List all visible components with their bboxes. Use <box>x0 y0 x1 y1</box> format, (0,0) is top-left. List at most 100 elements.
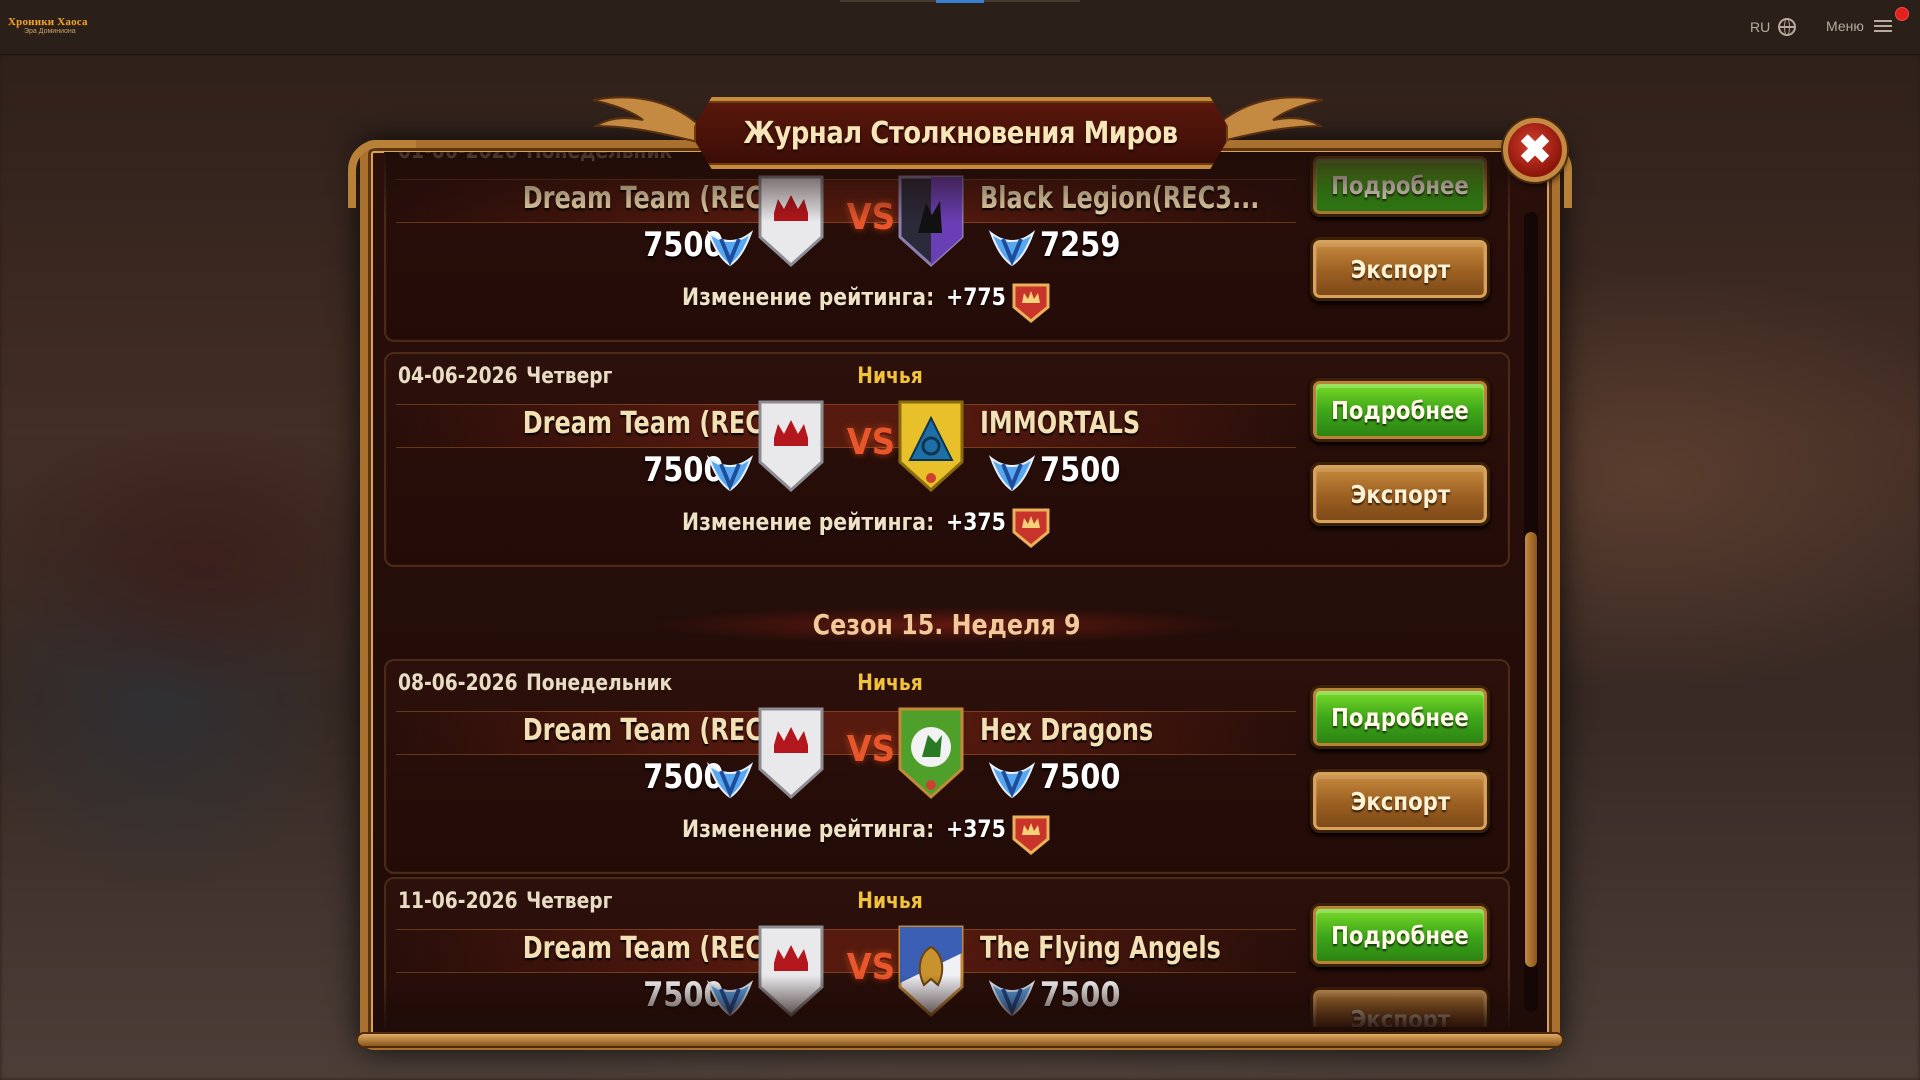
rating-change-label: Изменение рейтинга: <box>682 815 935 843</box>
winged-v-icon <box>987 229 1037 267</box>
battle-card: 08-06-2026 Понедельник Ничья Dream Team (RE… <box>384 659 1510 874</box>
battle-date: 04-06-2026 Четверг <box>398 364 612 389</box>
battle-card: 04-06-2026 Четверг Ничья Dream Team (REC) IM… <box>384 352 1510 567</box>
battle-result: Ничья <box>857 671 923 696</box>
export-button-label: Экспорт <box>1350 1004 1450 1028</box>
rating-change-label: Изменение рейтинга: <box>682 508 935 536</box>
page-indicator <box>840 0 1080 3</box>
battle-date: 08-06-2026 Понедельник <box>398 671 672 696</box>
rating-change-value: +375 <box>946 508 1006 536</box>
season-header: Сезон 15. Неделя 9 <box>384 599 1510 651</box>
export-button[interactable]: Экспорт <box>1310 769 1490 833</box>
wing-ornament-icon <box>592 96 707 146</box>
guild-emblem-crown-icon <box>756 705 826 801</box>
details-button[interactable]: Подробнее <box>1310 685 1490 749</box>
menu-label: Меню <box>1826 18 1864 34</box>
menu-button[interactable]: Меню <box>1826 18 1892 34</box>
rating-change-value: +775 <box>946 283 1006 311</box>
guild-emblem-crown-icon <box>756 173 826 269</box>
weekday-value: Четверг <box>526 364 613 389</box>
dialog-title-plaque: Журнал Столкновения Миров <box>690 97 1232 169</box>
date-value: 08-06-2026 <box>398 671 518 696</box>
winged-v-icon <box>987 979 1037 1017</box>
scrollbar-thumb[interactable] <box>1525 532 1537 967</box>
team-right-name: The Flying Angels <box>980 931 1221 966</box>
battle-date: 11-06-2026 Четверг <box>398 889 612 914</box>
close-button[interactable]: ✖ <box>1503 118 1567 182</box>
battle-card: 11-06-2026 Четверг Ничья Dream Team (REC) Th… <box>384 877 1510 1027</box>
team-right-name: Black Legion(REC3... <box>980 181 1260 216</box>
rating-change-value: +375 <box>946 815 1006 843</box>
team-right-score: 7500 <box>1040 450 1121 490</box>
guild-emblem-triangle-icon <box>896 398 966 494</box>
export-button[interactable]: Экспорт <box>1310 237 1490 301</box>
winged-v-icon <box>705 229 755 267</box>
rating-crest-icon <box>1010 504 1052 548</box>
rating-change: Изменение рейтинга: +375 <box>682 508 1006 536</box>
winged-v-icon <box>987 761 1037 799</box>
team-left-name: Dream Team (REC) <box>522 181 774 216</box>
vs-label: VS <box>846 422 896 463</box>
season-header-text: Сезон 15. Неделя 9 <box>813 608 1081 641</box>
date-value: 11-06-2026 <box>398 889 518 914</box>
rating-change-label: Изменение рейтинга: <box>682 283 935 311</box>
vs-label: VS <box>846 729 896 770</box>
battle-result: Ничья <box>857 364 923 389</box>
guild-emblem-wolf-icon <box>896 173 966 269</box>
wing-ornament-icon <box>1209 96 1324 146</box>
team-left-name: Dream Team (REC) <box>522 406 774 441</box>
details-button-label: Подробнее <box>1331 702 1469 732</box>
language-label: RU <box>1750 19 1771 35</box>
team-left-name: Dream Team (REC) <box>522 931 774 966</box>
team-right-name: Hex Dragons <box>980 713 1154 748</box>
battle-list[interactable]: 01-06-2026 Понедельник Dream Team (REC) Bla… <box>384 152 1510 1027</box>
export-button[interactable]: Экспорт <box>1310 987 1490 1027</box>
rating-change: Изменение рейтинга: +375 <box>682 815 1006 843</box>
hamburger-icon <box>1873 19 1892 33</box>
team-right-score: 7500 <box>1040 975 1121 1015</box>
weekday-value: Понедельник <box>526 671 673 696</box>
date-value: 01-06-2026 <box>398 152 518 164</box>
details-button-label: Подробнее <box>1331 920 1469 950</box>
export-button[interactable]: Экспорт <box>1310 462 1490 526</box>
game-logo[interactable]: Хроники Хаоса Эра Доминиона <box>8 16 92 40</box>
rating-crest-icon <box>1010 811 1052 855</box>
team-right-score: 7500 <box>1040 757 1121 797</box>
guild-emblem-crown-icon <box>756 398 826 494</box>
dialog-bottom-rail <box>356 1032 1564 1048</box>
logo-subtitle: Эра Доминиона <box>24 28 76 35</box>
date-value: 04-06-2026 <box>398 364 518 389</box>
guild-emblem-dragon-icon <box>896 705 966 801</box>
guild-emblem-angel-icon <box>896 923 966 1019</box>
rating-crest-icon <box>1010 279 1052 323</box>
globe-icon <box>1778 18 1797 36</box>
details-button-label: Подробнее <box>1331 395 1469 425</box>
export-button-label: Экспорт <box>1350 479 1450 509</box>
winged-v-icon <box>705 454 755 492</box>
details-button[interactable]: Подробнее <box>1310 378 1490 442</box>
team-left-name: Dream Team (REC) <box>522 713 774 748</box>
winged-v-icon <box>705 761 755 799</box>
battle-result: Ничья <box>857 889 923 914</box>
dialog-title: Журнал Столкновения Миров <box>743 115 1179 151</box>
notification-dot <box>1895 7 1909 21</box>
team-right-name: IMMORTALS <box>980 406 1141 441</box>
guild-emblem-crown-icon <box>756 923 826 1019</box>
vs-label: VS <box>846 197 896 238</box>
close-icon: ✖ <box>1518 128 1552 172</box>
winged-v-icon <box>705 979 755 1017</box>
export-button-label: Экспорт <box>1350 786 1450 816</box>
team-right-score: 7259 <box>1040 225 1121 265</box>
logo-title: Хроники Хаоса <box>8 16 88 28</box>
language-switcher[interactable]: RU <box>1750 18 1797 36</box>
export-button-label: Экспорт <box>1350 254 1450 284</box>
details-button-label: Подробнее <box>1331 170 1469 200</box>
battle-card: 01-06-2026ПонедельникDream Team (REC)Bla… <box>384 152 1510 342</box>
top-bar: Хроники Хаоса Эра Доминиона RU Меню <box>0 0 1920 55</box>
weekday-value: Четверг <box>526 889 613 914</box>
vs-label: VS <box>846 947 896 988</box>
winged-v-icon <box>987 454 1037 492</box>
details-button[interactable]: Подробнее <box>1310 903 1490 967</box>
rating-change: Изменение рейтинга: +775 <box>682 283 1006 311</box>
details-button[interactable]: Подробнее <box>1310 153 1490 217</box>
